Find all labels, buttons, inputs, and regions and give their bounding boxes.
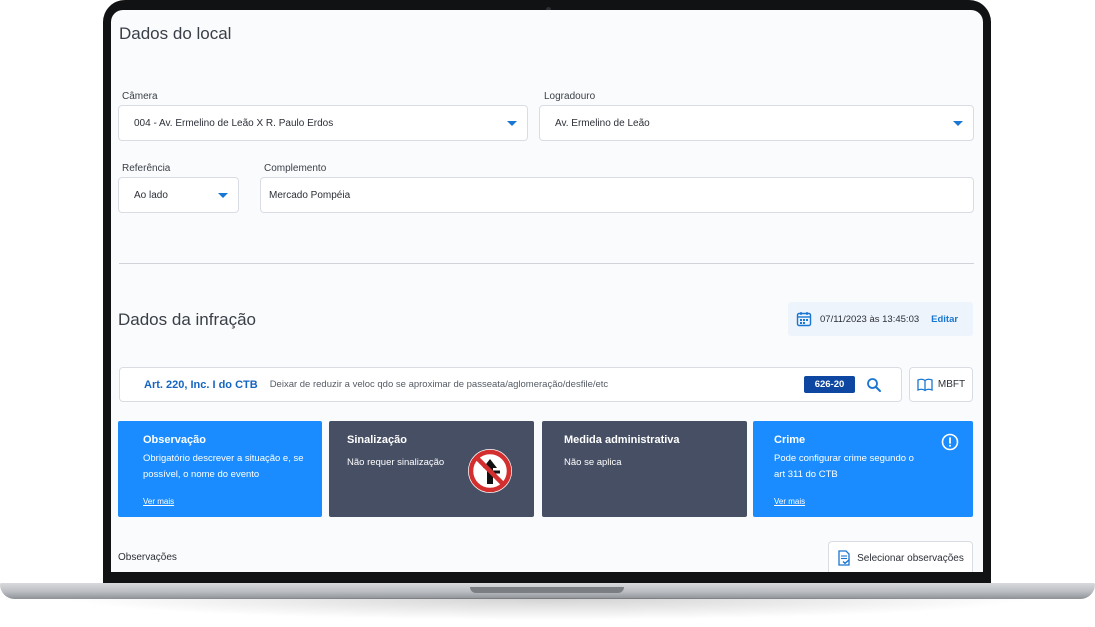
section-divider xyxy=(119,263,974,264)
infraction-section-title: Dados da infração xyxy=(118,310,256,329)
calendar-icon xyxy=(796,312,812,327)
chevron-down-icon xyxy=(218,193,228,198)
document-check-icon xyxy=(838,550,851,566)
complement-label: Complemento xyxy=(264,163,327,174)
street-select[interactable]: Av. Ermelino de Leão xyxy=(539,105,974,141)
observation-card-title: Observação xyxy=(143,434,206,446)
edit-datetime-link[interactable]: Editar xyxy=(931,314,958,325)
camera-select[interactable]: 004 - Av. Ermelino de Leão X R. Paulo Er… xyxy=(118,105,528,141)
select-observations-button[interactable]: Selecionar observações xyxy=(828,541,973,572)
admin-measure-card-title: Medida administrativa xyxy=(564,434,680,446)
signage-card-title: Sinalização xyxy=(347,434,407,446)
article-search-bar[interactable]: Art. 220, Inc. I do CTB Deixar de reduzi… xyxy=(119,367,902,402)
laptop-shadow xyxy=(60,598,1035,620)
observation-card-text: Obrigatório descrever a situação e, se p… xyxy=(143,453,304,480)
laptop-notch xyxy=(470,587,624,593)
form-page: Dados do local Câmera 004 - Av. Ermelino… xyxy=(111,10,983,572)
crime-see-more-link[interactable]: Ver mais xyxy=(774,497,805,506)
observation-see-more-link[interactable]: Ver mais xyxy=(143,497,174,506)
no-right-turn-sign-icon xyxy=(468,449,512,493)
mbft-button[interactable]: MBFT xyxy=(909,367,973,402)
complement-value: Mercado Pompéia xyxy=(269,189,351,201)
reference-label: Referência xyxy=(122,163,171,174)
crime-card-text: Pode configurar crime segundo o art 311 … xyxy=(774,453,914,480)
admin-measure-card-text: Não se aplica xyxy=(564,457,622,468)
select-observations-label: Selecionar observações xyxy=(857,552,964,564)
chevron-down-icon xyxy=(507,121,517,126)
datetime-box: 07/11/2023 às 13:45:03 Editar xyxy=(788,302,973,336)
crime-card: Crime Pode configurar crime segundo o ar… xyxy=(753,421,973,517)
admin-measure-card: Medida administrativa Não se aplica xyxy=(542,421,747,517)
mbft-label: MBFT xyxy=(937,379,966,390)
location-section-title: Dados do local xyxy=(119,24,232,43)
reference-value: Ao lado xyxy=(134,189,168,201)
search-icon[interactable] xyxy=(865,376,883,394)
observation-card: Observação Obrigatório descrever a situa… xyxy=(118,421,322,517)
chevron-down-icon xyxy=(953,121,963,126)
complement-input[interactable]: Mercado Pompéia xyxy=(260,177,974,213)
alert-circle-icon xyxy=(941,433,959,451)
screen: Dados do local Câmera 004 - Av. Ermelino… xyxy=(111,10,983,572)
street-value: Av. Ermelino de Leão xyxy=(555,117,650,129)
street-label: Logradouro xyxy=(544,91,596,102)
infraction-datetime: 07/11/2023 às 13:45:03 xyxy=(820,313,920,325)
camera-label: Câmera xyxy=(122,91,158,102)
observations-label: Observações xyxy=(118,552,177,563)
article-code-badge: 626-20 xyxy=(804,376,855,393)
signage-card: Sinalização Não requer sinalização xyxy=(329,421,534,517)
article-description: Deixar de reduzir a veloc qdo se aproxim… xyxy=(269,379,609,390)
book-icon xyxy=(917,378,933,391)
reference-select[interactable]: Ao lado xyxy=(118,177,239,213)
article-code: Art. 220, Inc. I do CTB xyxy=(144,378,258,391)
camera-value: 004 - Av. Ermelino de Leão X R. Paulo Er… xyxy=(134,117,334,129)
